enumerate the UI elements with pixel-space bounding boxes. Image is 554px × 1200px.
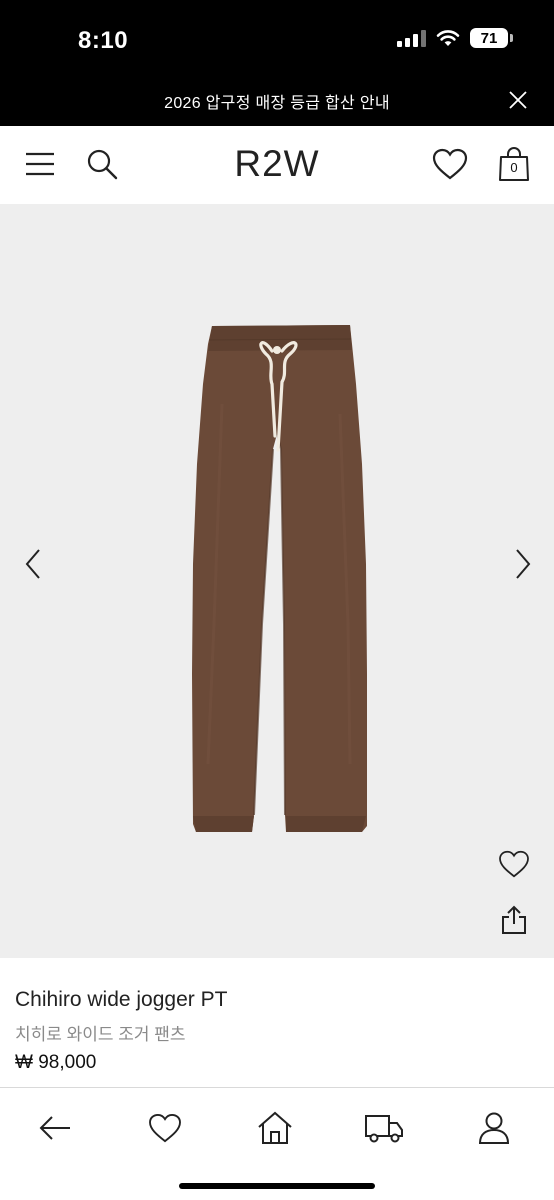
heart-icon [499,850,529,878]
back-button[interactable] [35,1108,75,1148]
product-image-gallery[interactable] [0,204,554,958]
wishlist-button[interactable] [432,146,468,182]
share-icon [502,905,526,934]
cart-count: 0 [510,160,518,175]
heart-icon [432,148,468,180]
chevron-left-icon [25,549,40,579]
announcement-text[interactable]: 2026 압구정 매장 등급 합산 안내 [0,89,554,113]
home-icon [258,1111,292,1144]
home-indicator [179,1183,375,1189]
share-button[interactable] [490,896,538,944]
truck-icon [365,1115,403,1143]
heart-icon [149,1113,181,1143]
product-name: Chihiro wide jogger PT [15,988,228,1011]
cart-button[interactable]: 0 [496,144,532,184]
home-button[interactable] [255,1108,295,1148]
product-page: 8:10 71 2026 압구정 매장 등급 합산 안내 R2W 0 Chihi… [0,0,554,1200]
site-header: R2W 0 [0,126,554,204]
wifi-icon [436,30,460,46]
product-price: ₩ 98,000 [15,1052,97,1073]
status-icons: 71 [397,28,513,48]
nav-wishlist-button[interactable] [145,1108,185,1148]
menu-button[interactable] [22,146,58,182]
status-time: 8:10 [78,27,129,54]
previous-image-button[interactable] [18,544,48,584]
account-button[interactable] [474,1108,514,1148]
chevron-right-icon [516,549,531,579]
signal-icon [397,29,426,47]
arrow-left-icon [39,1116,70,1140]
user-icon [478,1112,510,1144]
battery-icon: 71 [470,28,513,48]
search-icon [87,149,118,180]
bottom-nav [0,1087,554,1200]
search-button[interactable] [84,146,120,182]
next-image-button[interactable] [508,544,538,584]
product-name-korean: 치히로 와이드 조거 팬츠 [15,1025,186,1044]
top-bar: 8:10 71 2026 압구정 매장 등급 합산 안내 [0,0,554,126]
menu-icon [26,152,54,176]
product-image [192,325,367,832]
image-wishlist-button[interactable] [490,840,538,888]
close-icon[interactable] [508,90,528,110]
delivery-button[interactable] [364,1108,404,1148]
